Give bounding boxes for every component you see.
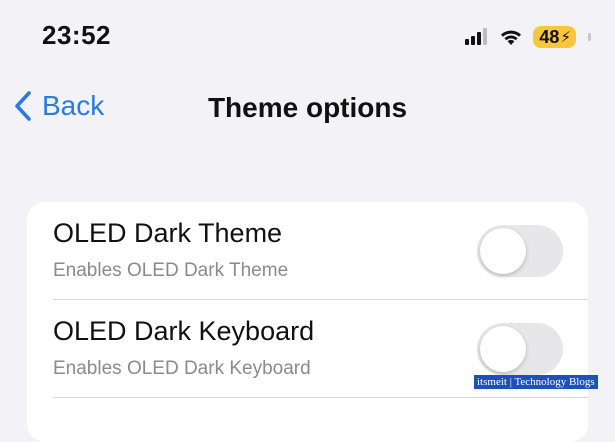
row-divider <box>53 397 588 398</box>
setting-subtitle: Enables OLED Dark Theme <box>53 260 289 281</box>
signal-icon <box>465 28 489 46</box>
setting-title: OLED Dark Keyboard <box>53 316 315 346</box>
charging-bolt-icon: ⚡ <box>560 29 571 46</box>
watermark: itsmeit | Technology Blogs <box>474 375 598 389</box>
navigation-bar: Theme options Back <box>0 80 615 140</box>
settings-card: OLED Dark Theme Enables OLED Dark Theme … <box>27 202 588 442</box>
toggle-knob <box>480 228 526 274</box>
wifi-icon <box>499 28 523 46</box>
back-button[interactable]: Back <box>14 90 104 122</box>
setting-subtitle: Enables OLED Dark Keyboard <box>53 358 311 379</box>
status-bar: 23:52 48 ⚡ <box>0 0 615 80</box>
oled-dark-theme-toggle[interactable] <box>477 225 563 277</box>
status-icons: 48 ⚡ <box>465 26 591 48</box>
back-label: Back <box>42 90 105 121</box>
chevron-left-icon <box>14 90 32 122</box>
setting-title: OLED Dark Theme <box>53 218 283 248</box>
toggle-knob <box>480 326 526 372</box>
battery-icon: 48 ⚡ <box>533 26 576 48</box>
oled-dark-keyboard-toggle[interactable] <box>477 323 563 375</box>
battery-level: 48 <box>539 26 560 47</box>
setting-row-oled-dark-theme: OLED Dark Theme Enables OLED Dark Theme <box>27 202 588 300</box>
status-time: 23:52 <box>42 20 111 50</box>
battery-cap <box>588 33 591 41</box>
